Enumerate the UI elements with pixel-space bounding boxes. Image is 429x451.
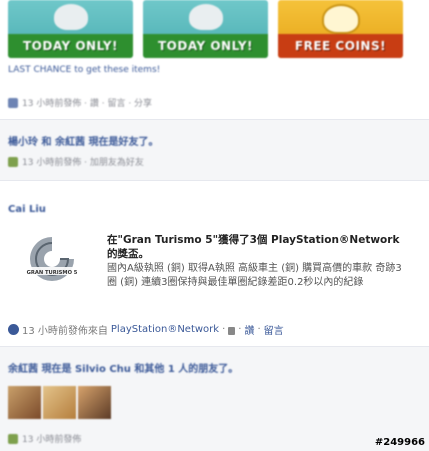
separator: ·: [238, 324, 242, 335]
separator: ·: [222, 324, 226, 335]
playstation-icon: [8, 324, 19, 335]
bottom-meta-text: 13 小時前發佈: [22, 435, 82, 445]
robot-art-icon: [53, 4, 88, 30]
facebook-feed: TODAY ONLY! TODAY ONLY! FREE COINS! LAST…: [0, 0, 429, 451]
activity-block: [0, 120, 429, 180]
story-description: 國內A級執照 (銅) 取得A執照 高級車主 (銅) 購買高價的車款 奇跡3圈 (…: [107, 263, 402, 288]
bottom-meta: 13 小時前發佈: [8, 432, 81, 445]
game-banners: TODAY ONLY! TODAY ONLY! FREE COINS!: [8, 0, 403, 58]
gran-turismo-logo-icon: GRAN TURISMO 5: [26, 237, 78, 281]
bottom-activity-line: 余紅茜 現在是 Silvio Chu 和其他 1 人的朋友了。: [8, 360, 238, 375]
activity-meta-text: 13 小時前發佈 · 加朋友為好友: [22, 158, 144, 168]
footer-source[interactable]: PlayStation®Network: [111, 324, 219, 335]
story-title[interactable]: 在"Gran Turismo 5"獲得了3個 PlayStation®Netwo…: [107, 233, 407, 261]
post-meta: 13 小時前發佈 · 讚 · 留言 · 分享: [8, 96, 152, 109]
separator: ·: [257, 324, 261, 335]
activity-text[interactable]: 楊小玲 和 余紅茜 現在是好友了。: [8, 137, 158, 148]
privacy-lock-icon[interactable]: [228, 326, 236, 335]
activity-meta: 13 小時前發佈 · 加朋友為好友: [8, 155, 144, 168]
friends-icon: [8, 156, 18, 167]
banner-label: FREE COINS!: [294, 39, 387, 53]
banner-label: TODAY ONLY!: [22, 39, 119, 53]
friends-icon: [8, 433, 18, 444]
post-footer: 13 小時前發佈來自 PlayStation®Network · · 讚 · 留…: [8, 322, 284, 337]
banner-today-only-1[interactable]: TODAY ONLY!: [8, 0, 133, 58]
footer-time: 13 小時前發佈來自: [22, 326, 108, 337]
trophy-story: 在"Gran Turismo 5"獲得了3個 PlayStation®Netwo…: [107, 233, 407, 290]
like-link[interactable]: 讚: [244, 322, 254, 337]
comment-link[interactable]: 留言: [264, 322, 284, 337]
post-meta-text: 13 小時前發佈 · 讚 · 留言 · 分享: [22, 99, 153, 109]
banner-free-coins[interactable]: FREE COINS!: [278, 0, 403, 58]
coin-bag-icon: [321, 4, 360, 34]
photo-thumbnail[interactable]: [78, 386, 111, 419]
logo-text: GRAN TURISMO 5: [27, 270, 78, 276]
banner-today-only-2[interactable]: TODAY ONLY!: [143, 0, 268, 58]
photo-thumbnail[interactable]: [43, 386, 76, 419]
photo-thumbnails: [8, 386, 111, 419]
divider: [0, 180, 429, 181]
photo-thumbnail[interactable]: [8, 386, 41, 419]
post-caption[interactable]: LAST CHANCE to get these items!: [8, 65, 160, 75]
image-watermark: #249966: [374, 437, 425, 448]
app-icon: [8, 97, 18, 108]
banner-label: TODAY ONLY!: [157, 39, 254, 53]
bottom-activity-text[interactable]: 余紅茜 現在是 Silvio Chu 和其他 1 人的朋友了。: [8, 364, 238, 375]
author-name[interactable]: Cai Liu: [8, 204, 46, 215]
activity-line: 楊小玲 和 余紅茜 現在是好友了。: [8, 133, 158, 148]
character-art-icon: [188, 4, 223, 30]
